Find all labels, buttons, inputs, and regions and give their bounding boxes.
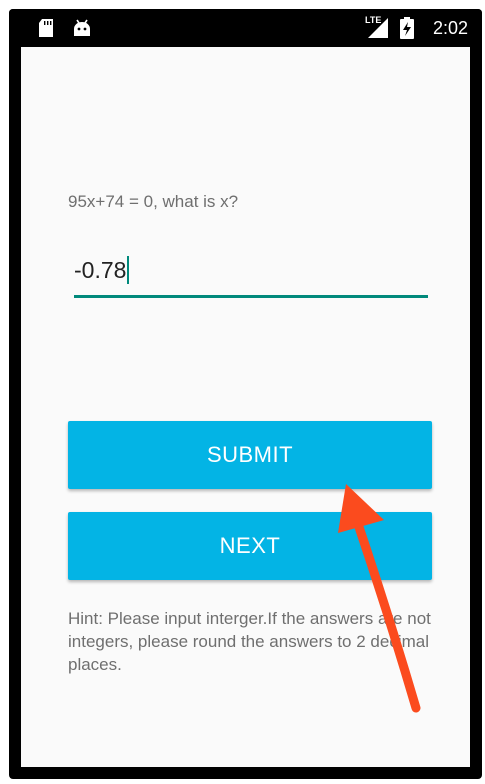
battery-charging-icon <box>400 17 414 44</box>
answer-input[interactable]: -0.78 <box>74 250 428 298</box>
status-time: 2:02 <box>432 18 468 38</box>
status-bar: LTE 2:02 <box>9 9 482 47</box>
answer-input-value[interactable]: -0.78 <box>74 255 130 286</box>
screenshot-frame: LTE 2:02 95x+74 = 0, what is x? -0.78 SU… <box>0 0 485 784</box>
answer-text: -0.78 <box>74 257 127 283</box>
text-caret <box>127 255 130 284</box>
hint-text: Hint: Please input interger.If the answe… <box>68 609 431 674</box>
submit-button[interactable]: SUBMIT <box>68 421 432 489</box>
app-screen: 95x+74 = 0, what is x? -0.78 SUBMIT NEXT… <box>21 47 470 767</box>
android-icon <box>72 19 92 42</box>
next-button[interactable]: NEXT <box>68 512 432 580</box>
network-type-label: LTE <box>365 15 382 25</box>
sd-card-icon <box>38 19 54 42</box>
device-frame: LTE 2:02 95x+74 = 0, what is x? -0.78 SU… <box>9 9 482 779</box>
question-text: 95x+74 = 0, what is x? <box>68 192 239 211</box>
